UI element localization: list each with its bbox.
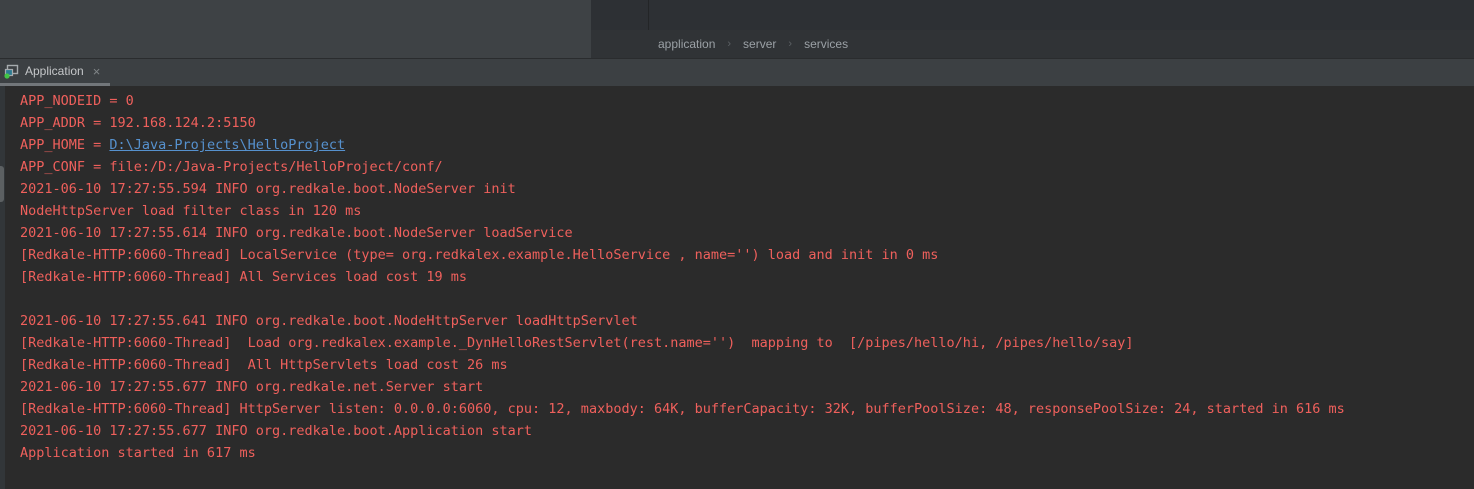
console-line: 2021-06-10 17:27:55.677 INFO org.redkale…	[20, 376, 1474, 398]
console-scrollbar-track	[0, 86, 5, 489]
log-text: 2021-06-10 17:27:55.677 INFO org.redkale…	[20, 379, 483, 395]
log-text: 2021-06-10 17:27:55.614 INFO org.redkale…	[20, 225, 573, 241]
log-text: [Redkale-HTTP:6060-Thread] LocalService …	[20, 247, 938, 263]
console-line: [Redkale-HTTP:6060-Thread] All Services …	[20, 266, 1474, 288]
breadcrumb: application › server › services	[591, 30, 1474, 58]
breadcrumb-item-services[interactable]: services	[804, 37, 848, 51]
console-line: [Redkale-HTTP:6060-Thread] All HttpServl…	[20, 354, 1474, 376]
console-scrollbar-thumb[interactable]	[0, 166, 4, 202]
file-link[interactable]: D:\Java-Projects\HelloProject	[109, 137, 345, 153]
running-badge-icon	[4, 73, 9, 78]
run-console-icon	[4, 63, 20, 79]
close-icon[interactable]: ×	[93, 65, 101, 78]
console-line: [Redkale-HTTP:6060-Thread] LocalService …	[20, 244, 1474, 266]
console-line: APP_ADDR = 192.168.124.2:5150	[20, 112, 1474, 134]
tab-label: Application	[25, 64, 84, 78]
console-line	[20, 288, 1474, 310]
console-line: 2021-06-10 17:27:55.614 INFO org.redkale…	[20, 222, 1474, 244]
log-text: [Redkale-HTTP:6060-Thread] Load org.redk…	[20, 335, 1134, 351]
log-text: 2021-06-10 17:27:55.641 INFO org.redkale…	[20, 313, 638, 329]
tab-application-console[interactable]: Application ×	[0, 59, 108, 83]
log-text: APP_NODEID = 0	[20, 93, 134, 109]
console-line: Application started in 617 ms	[20, 442, 1474, 464]
console-line: APP_HOME = D:\Java-Projects\HelloProject	[20, 134, 1474, 156]
console-line: [Redkale-HTTP:6060-Thread] Load org.redk…	[20, 332, 1474, 354]
breadcrumb-item-server[interactable]: server	[743, 37, 776, 51]
console-line: [Redkale-HTTP:6060-Thread] HttpServer li…	[20, 398, 1474, 420]
log-text: [Redkale-HTTP:6060-Thread] All HttpServl…	[20, 357, 508, 373]
console-area: APP_NODEID = 0 APP_ADDR = 192.168.124.2:5…	[0, 86, 1474, 489]
run-tab-bar: Application ×	[0, 58, 1474, 86]
chevron-right-icon: ›	[727, 38, 731, 50]
chevron-right-icon: ›	[788, 38, 792, 50]
console-line: APP_NODEID = 0	[20, 90, 1474, 112]
console-line: APP_CONF = file:/D:/Java-Projects/HelloP…	[20, 156, 1474, 178]
log-text: NodeHttpServer load filter class in 120 …	[20, 203, 361, 219]
log-text: APP_CONF = file:/D:/Java-Projects/HelloP…	[20, 159, 443, 175]
console-line: 2021-06-10 17:27:55.641 INFO org.redkale…	[20, 310, 1474, 332]
editor-pane	[0, 0, 591, 58]
console-line: 2021-06-10 17:27:55.594 INFO org.redkale…	[20, 178, 1474, 200]
console-line: 2021-06-10 17:27:55.677 INFO org.redkale…	[20, 420, 1474, 442]
log-text: [Redkale-HTTP:6060-Thread] HttpServer li…	[20, 401, 1345, 417]
log-text: APP_ADDR = 192.168.124.2:5150	[20, 115, 256, 131]
log-text: [Redkale-HTTP:6060-Thread] All Services …	[20, 269, 467, 285]
header-right: application › server › services	[591, 0, 1474, 58]
log-text: Application started in 617 ms	[20, 445, 256, 461]
log-text: 2021-06-10 17:27:55.677 INFO org.redkale…	[20, 423, 532, 439]
log-text: 2021-06-10 17:27:55.594 INFO org.redkale…	[20, 181, 516, 197]
console-output: APP_NODEID = 0 APP_ADDR = 192.168.124.2:5…	[0, 86, 1474, 489]
console-line: NodeHttpServer load filter class in 120 …	[20, 200, 1474, 222]
breadcrumb-item-application[interactable]: application	[658, 37, 715, 51]
log-text: APP_HOME =	[20, 137, 109, 153]
pane-divider	[648, 0, 649, 30]
